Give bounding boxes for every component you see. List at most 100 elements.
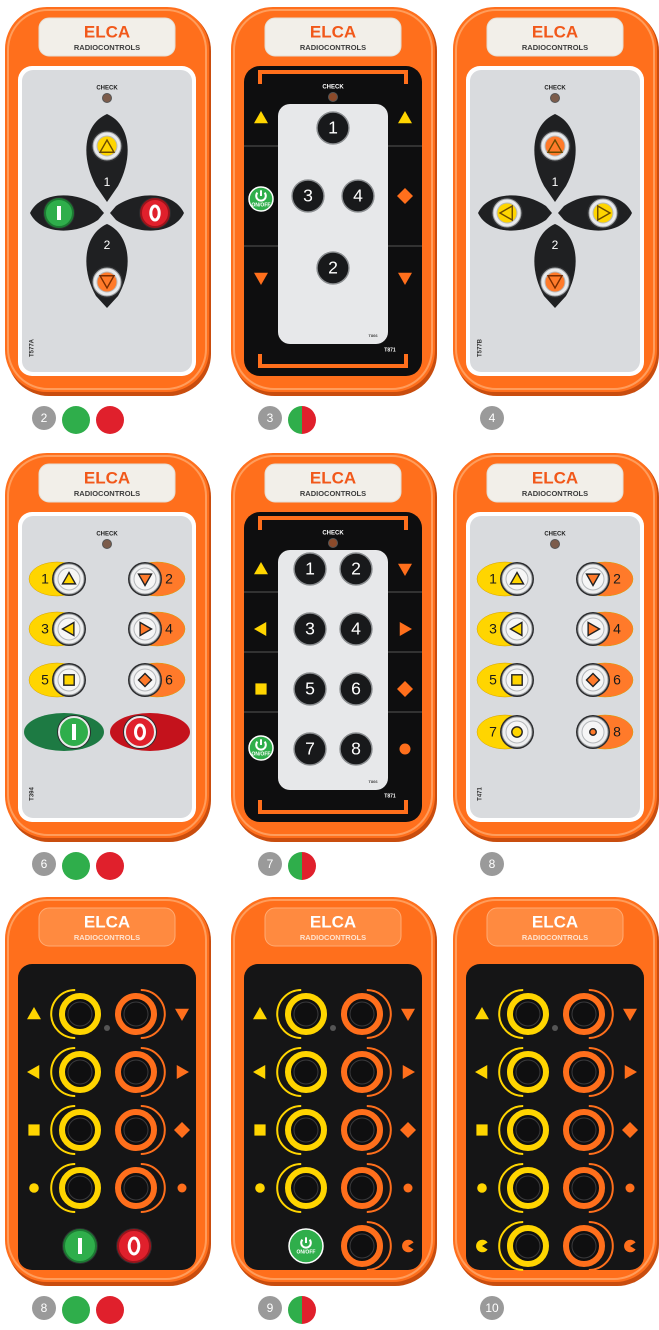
button-6[interactable]: 6	[576, 662, 634, 698]
number-button-6[interactable]: 6	[339, 672, 373, 706]
left-button[interactable]	[491, 197, 523, 229]
number-button-1[interactable]: 1	[316, 111, 350, 145]
number-button-3[interactable]: 3	[291, 179, 325, 213]
button-7[interactable]: 7	[476, 714, 534, 750]
ring-button-left-3[interactable]	[59, 1109, 101, 1151]
ring-button-right-1[interactable]	[341, 993, 383, 1035]
number-button-2[interactable]: 2	[339, 552, 373, 586]
ring-button-right-2[interactable]	[563, 1051, 605, 1093]
ring-button-left-1[interactable]	[285, 993, 327, 1035]
ring-button-left-2[interactable]	[59, 1051, 101, 1093]
remote-card-T577B[interactable]: ELCA RADIOCONTROLS CHECK 1 2 3 4 T577B 4	[452, 6, 659, 449]
off-button[interactable]	[116, 1228, 152, 1264]
ring-button-right-4[interactable]	[341, 1167, 383, 1209]
remote-card-T871-3[interactable]: ELCA RADIOCONTROLS CHECK T866 T871 1 3 4 2 ON/OFF…	[230, 6, 440, 449]
button-5[interactable]: 5	[28, 662, 86, 698]
ring-button-right-4[interactable]	[115, 1167, 157, 1209]
check-label: CHECK	[96, 532, 118, 538]
ring-button-left-5[interactable]	[507, 1225, 549, 1267]
number-button-8[interactable]: 8	[339, 732, 373, 766]
remote-illustration: ELCA RADIOCONTROLS	[5, 897, 211, 1286]
button-6[interactable]: 6	[128, 662, 186, 698]
remote-illustration: ELCA RADIOCONTROLS	[453, 897, 659, 1286]
on-button-indicator	[62, 1296, 90, 1324]
remote-card-dark-10[interactable]: ELCA RADIOCONTROLS 10	[452, 896, 659, 1330]
off-button[interactable]	[139, 197, 171, 229]
button-count-badge: 9	[258, 1296, 288, 1326]
number-button-7[interactable]: 7	[293, 732, 327, 766]
check-led	[328, 92, 338, 102]
button-1[interactable]: 1	[28, 561, 86, 597]
remote-card-dark-8[interactable]: ELCA RADIOCONTROLS 8	[4, 896, 214, 1330]
ring-button-right-3[interactable]	[563, 1109, 605, 1151]
on-button[interactable]	[43, 197, 75, 229]
dot-icon	[177, 1183, 187, 1193]
number-button-2[interactable]: 2	[316, 251, 350, 285]
remote-card-T577A[interactable]: ELCA RADIOCONTROLS CHECK 1 2 T577A 2	[4, 6, 214, 449]
ring-button-right-1[interactable]	[115, 993, 157, 1035]
ring-button-right-5[interactable]	[563, 1225, 605, 1267]
on-button[interactable]	[62, 1228, 98, 1264]
ring-button-right-3[interactable]	[341, 1109, 383, 1151]
control-panel-dark	[466, 964, 644, 1270]
ring-button-left-3[interactable]	[285, 1109, 327, 1151]
on-button[interactable]	[24, 713, 104, 751]
on-off-button[interactable]: ON/OFF	[288, 1228, 324, 1264]
up-button[interactable]	[539, 130, 571, 162]
number-button-3[interactable]: 3	[293, 612, 327, 646]
button-4[interactable]: 4	[128, 611, 186, 647]
on-button-indicator	[62, 852, 90, 880]
button-count-label: 10	[485, 1301, 499, 1315]
ring-button-right-2[interactable]	[115, 1051, 157, 1093]
ring-button-left-2[interactable]	[285, 1051, 327, 1093]
ring-button-right-4[interactable]	[563, 1167, 605, 1209]
button-5[interactable]: 5	[476, 662, 534, 698]
remote-card-T394[interactable]: ELCA RADIOCONTROLS CHECK 1 2 3 4 5 6 T394 6	[4, 452, 214, 895]
remote-card-dark-9[interactable]: ELCA RADIOCONTROLS ON/OFF 9	[230, 896, 440, 1330]
button-4[interactable]: 4	[576, 611, 634, 647]
ring-button-right-2[interactable]	[341, 1051, 383, 1093]
remote-card-T871-7[interactable]: ELCA RADIOCONTROLS CHECK T866 T871 1 2 3 4 5 6 7 8 ON…	[230, 452, 440, 895]
ring-button-right-3[interactable]	[115, 1109, 157, 1151]
button-2[interactable]: 2	[128, 561, 186, 597]
number-button-5[interactable]: 5	[293, 672, 327, 706]
remote-control: ELCA RADIOCONTROLS	[452, 896, 659, 1289]
ring-button-left-3[interactable]	[507, 1109, 549, 1151]
number-button-1[interactable]: 1	[293, 552, 327, 586]
down-button[interactable]	[91, 266, 123, 298]
brand-logo: ELCA	[84, 22, 130, 41]
on-off-button[interactable]: ON/OFF	[248, 186, 274, 212]
ring-button-left-4[interactable]	[285, 1167, 327, 1209]
brand-subtitle: RADIOCONTROLS	[74, 489, 140, 498]
right-button[interactable]	[587, 197, 619, 229]
remote-card-T471[interactable]: ELCA RADIOCONTROLS CHECK 1 2 3 4 5 6 7 8 T471 8	[452, 452, 659, 895]
circle-icon	[511, 726, 523, 738]
remote-illustration: ELCA RADIOCONTROLS ON/OFF	[231, 897, 437, 1286]
ring-button-left-1[interactable]	[507, 993, 549, 1035]
ring-button-left-4[interactable]	[507, 1167, 549, 1209]
button-number-2: 2	[104, 238, 111, 252]
number-button-4[interactable]: 4	[339, 612, 373, 646]
on-off-label: ON/OFF	[252, 751, 271, 757]
check-led	[102, 93, 112, 103]
up-button[interactable]	[91, 130, 123, 162]
number-button-label: 1	[305, 559, 315, 579]
ring-button-left-1[interactable]	[59, 993, 101, 1035]
check-led	[550, 539, 560, 549]
square-icon	[511, 674, 523, 686]
off-button[interactable]	[110, 713, 190, 751]
button-2[interactable]: 2	[576, 561, 634, 597]
number-button-4[interactable]: 4	[341, 179, 375, 213]
button-1[interactable]: 1	[476, 561, 534, 597]
button-3[interactable]: 3	[28, 611, 86, 647]
remote-legend: 4	[452, 406, 659, 436]
down-button[interactable]	[539, 266, 571, 298]
on-off-button[interactable]: ON/OFF	[248, 735, 274, 761]
ring-button-left-2[interactable]	[507, 1051, 549, 1093]
ring-button-left-4[interactable]	[59, 1167, 101, 1209]
button-3[interactable]: 3	[476, 611, 534, 647]
ring-button-right-5[interactable]	[341, 1225, 383, 1267]
ring-button-right-1[interactable]	[563, 993, 605, 1035]
button-8[interactable]: 8	[576, 714, 634, 750]
on-button-indicator	[62, 406, 90, 434]
